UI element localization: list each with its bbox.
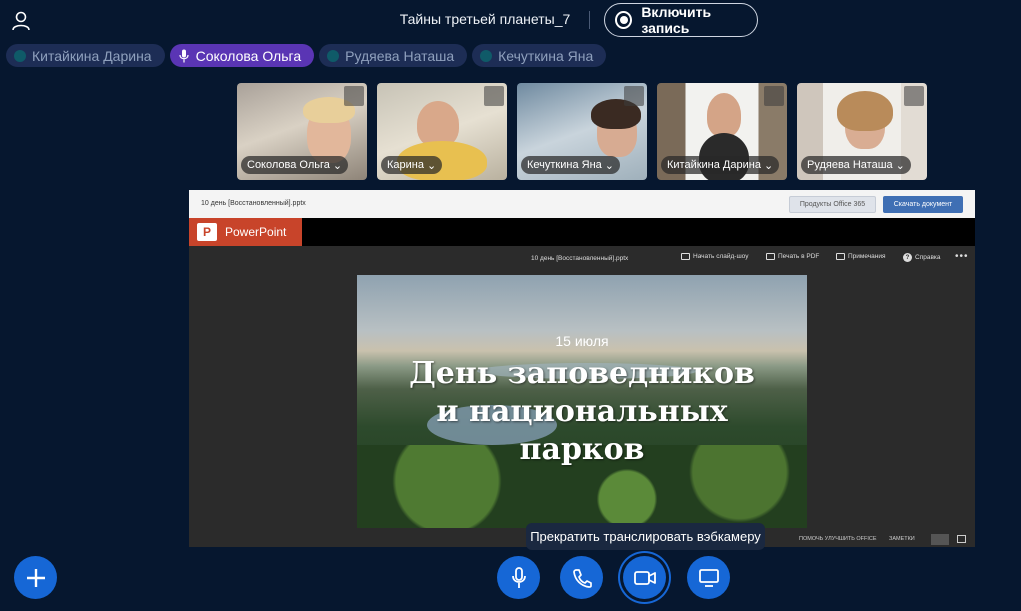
chevron-down-icon: ⌄ bbox=[426, 159, 437, 172]
add-button[interactable] bbox=[14, 556, 57, 599]
video-tile[interactable]: Карина ⌄ bbox=[377, 83, 507, 180]
participant-chip-speaking[interactable]: Соколова Ольга bbox=[169, 44, 315, 67]
powerpoint-brand: P PowerPoint bbox=[189, 218, 302, 246]
record-label: Включить запись bbox=[641, 4, 712, 36]
expand-icon[interactable] bbox=[624, 86, 644, 106]
app-name: PowerPoint bbox=[225, 225, 287, 239]
slide-date: 15 июля bbox=[555, 333, 609, 349]
video-tile[interactable]: Рудяева Наташа ⌄ bbox=[797, 83, 927, 180]
participants-list: Китайкина Дарина Соколова Ольга Рудяева … bbox=[6, 44, 607, 67]
comment-icon bbox=[836, 253, 845, 260]
print-pdf-button[interactable]: Печать в PDF bbox=[766, 253, 819, 260]
tile-name: Кечуткина Яна bbox=[527, 159, 602, 171]
participant-chip[interactable]: Китайкина Дарина bbox=[6, 44, 165, 67]
download-document-button[interactable]: Скачать документ bbox=[883, 196, 963, 213]
tile-name-tag[interactable]: Карина ⌄ bbox=[381, 156, 443, 174]
document-toolbar: 10 день [Восстановленный].pptx Начать сл… bbox=[189, 246, 975, 271]
monitor-icon bbox=[698, 568, 719, 587]
video-tile[interactable]: Кечуткина Яна ⌄ bbox=[517, 83, 647, 180]
participant-chip[interactable]: Кечуткина Яна bbox=[472, 44, 607, 67]
help-button[interactable]: ? Справка bbox=[903, 253, 941, 262]
slide-title-line: День заповедников bbox=[409, 356, 755, 391]
tile-name: Рудяева Наташа bbox=[807, 159, 893, 171]
more-options-icon[interactable]: ••• bbox=[955, 251, 969, 262]
participant-chip[interactable]: Рудяева Наташа bbox=[319, 44, 468, 67]
meeting-title: Тайны третьей планеты_7 bbox=[399, 11, 571, 27]
toolbar-filename: 10 день [Восстановленный].pptx bbox=[531, 255, 629, 262]
start-slideshow-button[interactable]: Начать слайд-шоу bbox=[681, 253, 748, 260]
microphone-icon bbox=[178, 49, 190, 63]
expand-icon[interactable] bbox=[764, 86, 784, 106]
microphone-icon bbox=[511, 566, 526, 588]
help-label: Справка bbox=[915, 254, 941, 261]
video-tile[interactable]: Китайкина Дарина ⌄ bbox=[657, 83, 787, 180]
microphone-button[interactable] bbox=[497, 556, 540, 599]
chevron-down-icon: ⌄ bbox=[332, 159, 343, 172]
participant-name: Рудяева Наташа bbox=[345, 47, 455, 64]
notes-button[interactable]: ЗАМЕТКИ bbox=[889, 536, 915, 542]
slideshow-view-icon[interactable] bbox=[957, 535, 966, 543]
user-icon bbox=[12, 11, 30, 31]
status-dot-icon bbox=[14, 49, 26, 62]
slideshow-label: Начать слайд-шоу bbox=[693, 253, 749, 260]
help-icon: ? bbox=[903, 253, 912, 262]
phone-icon bbox=[572, 568, 592, 588]
chevron-down-icon: ⌄ bbox=[895, 159, 905, 172]
print-pdf-label: Печать в PDF bbox=[778, 253, 820, 260]
tile-name: Соколова Ольга bbox=[247, 159, 330, 171]
comments-label: Примечания bbox=[848, 253, 886, 260]
camera-button[interactable] bbox=[623, 556, 666, 599]
user-profile-button[interactable] bbox=[10, 10, 32, 32]
comments-button[interactable]: Примечания bbox=[836, 253, 886, 260]
chevron-down-icon: ⌄ bbox=[604, 159, 614, 172]
call-button[interactable] bbox=[560, 556, 603, 599]
normal-view-icon[interactable] bbox=[931, 534, 949, 545]
video-tile[interactable]: Соколова Ольга ⌄ bbox=[237, 83, 367, 180]
tile-name-tag[interactable]: Соколова Ольга ⌄ bbox=[241, 156, 349, 174]
tile-name: Китайкина Дарина bbox=[667, 159, 761, 171]
status-dot-icon bbox=[327, 49, 340, 62]
screen-share-button[interactable] bbox=[687, 556, 730, 599]
expand-icon[interactable] bbox=[344, 86, 364, 106]
document-header: 10 день [Восстановленный].pptx Продукты … bbox=[189, 190, 975, 218]
tile-name: Карина bbox=[387, 159, 424, 171]
tooltip: Прекратить транслировать вэбкамеру bbox=[526, 523, 765, 550]
office-products-button[interactable]: Продукты Office 365 bbox=[789, 196, 876, 213]
app-bar bbox=[189, 218, 975, 246]
participant-name: Кечуткина Яна bbox=[498, 47, 594, 64]
participant-name: Китайкина Дарина bbox=[32, 47, 152, 64]
document-viewer: 10 день [Восстановленный].pptx Продукты … bbox=[189, 190, 975, 547]
tile-name-tag[interactable]: Кечуткина Яна ⌄ bbox=[521, 156, 620, 174]
slide-title-line: парков bbox=[519, 432, 645, 467]
status-dot-icon bbox=[480, 49, 493, 62]
printer-icon bbox=[766, 253, 775, 260]
record-button[interactable]: Включить запись bbox=[604, 3, 758, 37]
expand-icon[interactable] bbox=[904, 86, 924, 106]
slide-title-line: и национальных bbox=[436, 394, 728, 429]
chevron-down-icon: ⌄ bbox=[763, 159, 774, 172]
record-icon bbox=[615, 11, 633, 29]
divider bbox=[589, 11, 590, 29]
powerpoint-logo-icon: P bbox=[197, 223, 217, 241]
participant-name: Соколова Ольга bbox=[195, 47, 302, 64]
tile-name-tag[interactable]: Рудяева Наташа ⌄ bbox=[801, 156, 911, 174]
expand-icon[interactable] bbox=[484, 86, 504, 106]
video-camera-icon bbox=[633, 570, 656, 585]
help-improve-office-link[interactable]: ПОМОЧЬ УЛУЧШИТЬ OFFICE bbox=[799, 536, 877, 542]
slideshow-icon bbox=[681, 253, 690, 260]
plus-icon bbox=[26, 568, 45, 587]
tile-name-tag[interactable]: Китайкина Дарина ⌄ bbox=[661, 156, 780, 174]
slide: 15 июля День заповедников и национальных… bbox=[357, 275, 807, 528]
document-filename: 10 день [Восстановленный].pptx bbox=[201, 200, 306, 207]
slide-title: День заповедников и национальных парков bbox=[357, 355, 807, 469]
